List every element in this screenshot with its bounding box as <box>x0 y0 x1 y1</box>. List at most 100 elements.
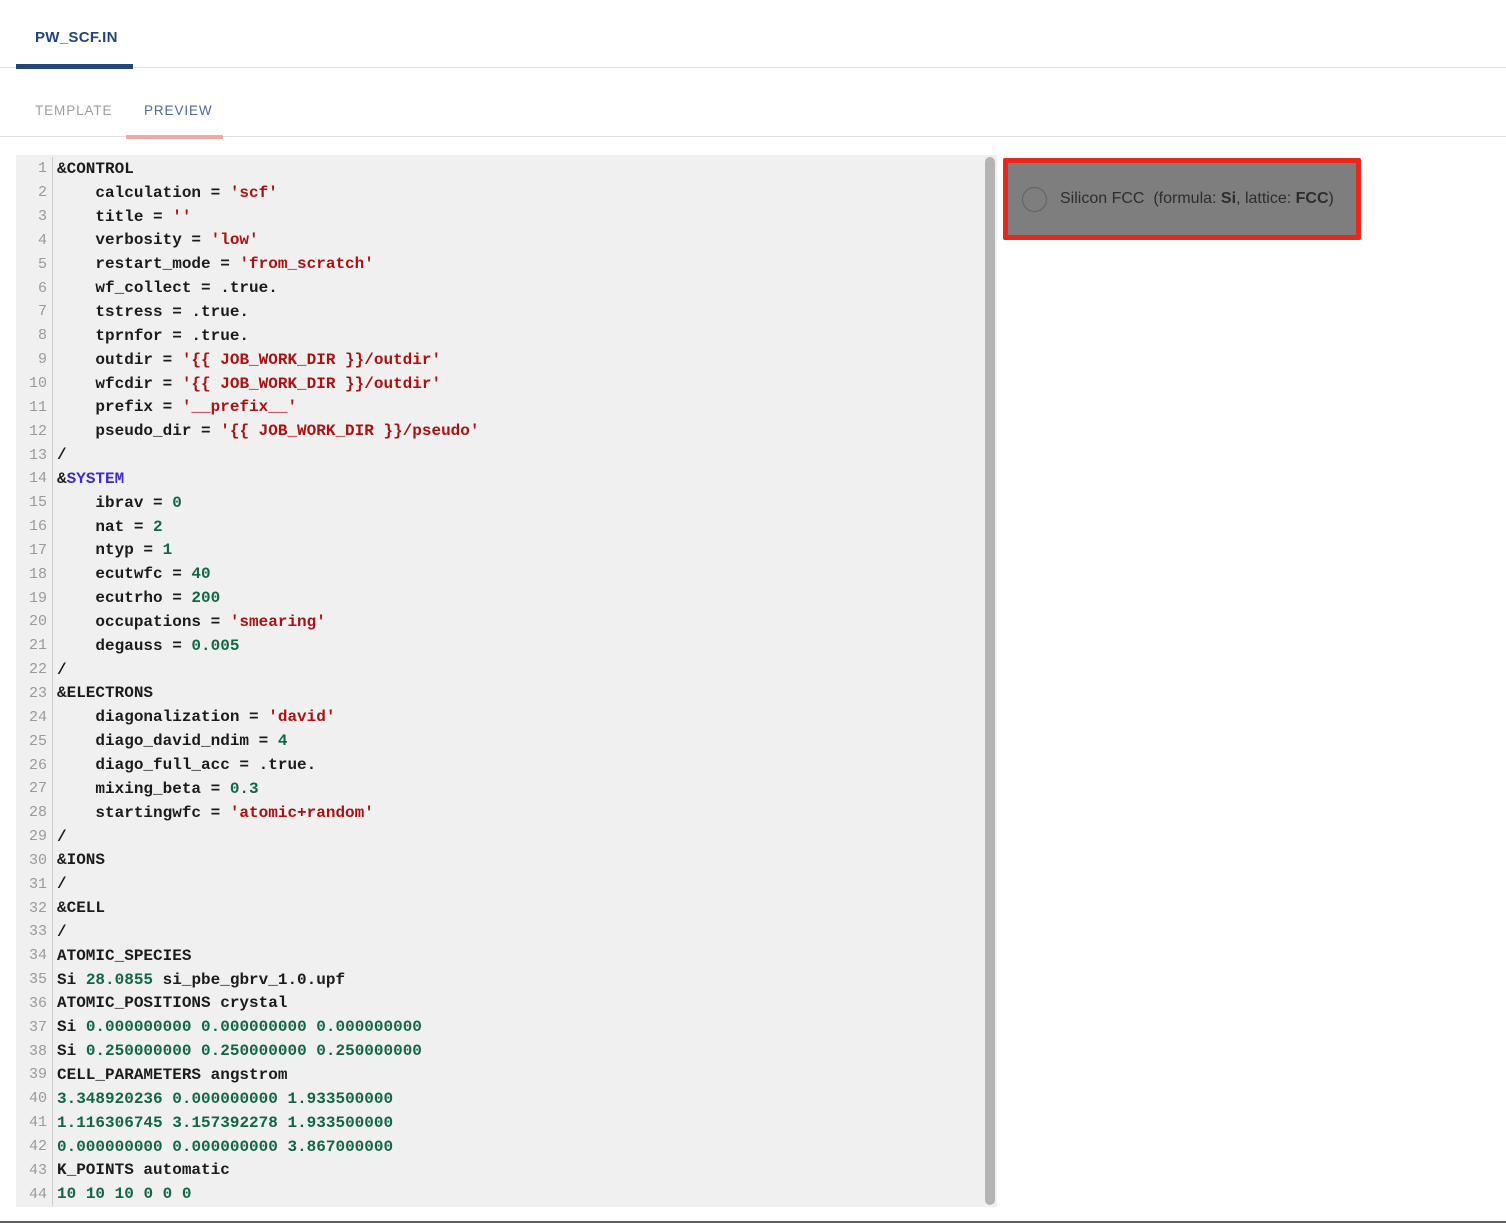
code-line: 19 ecutrho = 200 <box>16 586 997 610</box>
line-number: 7 <box>16 300 53 324</box>
line-number: 32 <box>16 896 53 920</box>
line-number: 22 <box>16 658 53 682</box>
code-line: 28 startingwfc = 'atomic+random' <box>16 801 997 825</box>
line-number: 9 <box>16 348 53 372</box>
code-line: 24 diagonalization = 'david' <box>16 705 997 729</box>
line-number: 31 <box>16 872 53 896</box>
code-line: 43K_POINTS automatic <box>16 1158 997 1182</box>
code-line: 22/ <box>16 658 997 682</box>
subtab-bar-divider <box>0 136 1506 137</box>
line-number: 15 <box>16 491 53 515</box>
code-line: 32&CELL <box>16 896 997 920</box>
code-line: 31/ <box>16 872 997 896</box>
line-number: 40 <box>16 1087 53 1111</box>
line-number: 37 <box>16 1015 53 1039</box>
code-line: 33/ <box>16 920 997 944</box>
radio-unchecked-icon[interactable] <box>1022 187 1047 212</box>
code-line: 4 verbosity = 'low' <box>16 229 997 253</box>
material-card-silicon-fcc[interactable]: Silicon FCC (formula: Si, lattice: FCC) <box>1003 158 1361 240</box>
code-line: 11 prefix = '__prefix__' <box>16 395 997 419</box>
code-line: 20 occupations = 'smearing' <box>16 610 997 634</box>
code-line: 7 tstress = .true. <box>16 300 997 324</box>
code-line: 6 wf_collect = .true. <box>16 276 997 300</box>
code-line: 29/ <box>16 825 997 849</box>
line-number: 43 <box>16 1158 53 1182</box>
code-line: 35Si 28.0855 si_pbe_gbrv_1.0.upf <box>16 968 997 992</box>
line-number: 35 <box>16 968 53 992</box>
line-number: 2 <box>16 181 53 205</box>
line-number: 12 <box>16 419 53 443</box>
code-line: 27 mixing_beta = 0.3 <box>16 777 997 801</box>
code-line: 420.000000000 0.000000000 3.867000000 <box>16 1135 997 1159</box>
line-number: 36 <box>16 992 53 1016</box>
line-number: 39 <box>16 1063 53 1087</box>
active-file-tab-indicator <box>16 64 133 69</box>
code-line: 34ATOMIC_SPECIES <box>16 944 997 968</box>
code-line: 10 wfcdir = '{{ JOB_WORK_DIR }}/outdir' <box>16 372 997 396</box>
line-number: 29 <box>16 825 53 849</box>
code-line: 5 restart_mode = 'from_scratch' <box>16 252 997 276</box>
line-number: 23 <box>16 682 53 706</box>
code-line: 9 outdir = '{{ JOB_WORK_DIR }}/outdir' <box>16 348 997 372</box>
code-lines: 1&CONTROL2 calculation = 'scf'3 title = … <box>16 157 997 1206</box>
line-number: 3 <box>16 205 53 229</box>
line-number: 1 <box>16 157 53 181</box>
code-line: 12 pseudo_dir = '{{ JOB_WORK_DIR }}/pseu… <box>16 419 997 443</box>
line-number: 30 <box>16 848 53 872</box>
line-number: 27 <box>16 777 53 801</box>
line-number: 25 <box>16 729 53 753</box>
material-card-title: Silicon FCC (formula: Si, lattice: FCC) <box>1060 190 1334 208</box>
code-line: 37Si 0.000000000 0.000000000 0.000000000 <box>16 1015 997 1039</box>
bottom-divider <box>0 1221 1506 1223</box>
line-number: 10 <box>16 372 53 396</box>
line-number: 34 <box>16 944 53 968</box>
code-line: 3 title = '' <box>16 205 997 229</box>
code-line: 14&SYSTEM <box>16 467 997 491</box>
line-number: 19 <box>16 586 53 610</box>
line-number: 14 <box>16 467 53 491</box>
line-number: 24 <box>16 705 53 729</box>
line-number: 13 <box>16 443 53 467</box>
line-number: 21 <box>16 634 53 658</box>
code-line: 17 ntyp = 1 <box>16 539 997 563</box>
code-line: 8 tprnfor = .true. <box>16 324 997 348</box>
line-number: 44 <box>16 1182 53 1206</box>
code-line: 30&IONS <box>16 848 997 872</box>
line-number: 6 <box>16 276 53 300</box>
code-line: 1&CONTROL <box>16 157 997 181</box>
line-number: 4 <box>16 229 53 253</box>
line-number: 42 <box>16 1135 53 1159</box>
code-line: 2 calculation = 'scf' <box>16 181 997 205</box>
line-number: 5 <box>16 252 53 276</box>
active-subtab-indicator <box>126 135 223 139</box>
code-line: 16 nat = 2 <box>16 515 997 539</box>
code-line: 15 ibrav = 0 <box>16 491 997 515</box>
code-line: 25 diago_david_ndim = 4 <box>16 729 997 753</box>
code-line: 26 diago_full_acc = .true. <box>16 753 997 777</box>
code-line: 4410 10 10 0 0 0 <box>16 1182 997 1206</box>
line-number: 16 <box>16 515 53 539</box>
line-number: 11 <box>16 395 53 419</box>
file-tab-bar-divider <box>0 67 1506 68</box>
line-number: 8 <box>16 324 53 348</box>
tab-template[interactable]: TEMPLATE <box>35 103 112 118</box>
page: PW_SCF.IN TEMPLATE PREVIEW 1&CONTROL2 ca… <box>0 0 1506 1230</box>
code-line: 39CELL_PARAMETERS angstrom <box>16 1063 997 1087</box>
editor-scrollbar[interactable] <box>985 157 995 1205</box>
line-number: 26 <box>16 753 53 777</box>
line-number: 17 <box>16 539 53 563</box>
line-number: 41 <box>16 1111 53 1135</box>
line-number: 18 <box>16 562 53 586</box>
code-line: 18 ecutwfc = 40 <box>16 562 997 586</box>
code-line: 38Si 0.250000000 0.250000000 0.250000000 <box>16 1039 997 1063</box>
line-number: 38 <box>16 1039 53 1063</box>
code-line: 13/ <box>16 443 997 467</box>
tab-preview[interactable]: PREVIEW <box>144 103 213 118</box>
code-line: 36ATOMIC_POSITIONS crystal <box>16 992 997 1016</box>
file-tab-pw-scf-in[interactable]: PW_SCF.IN <box>35 29 118 46</box>
code-line: 21 degauss = 0.005 <box>16 634 997 658</box>
line-number: 20 <box>16 610 53 634</box>
code-editor[interactable]: 1&CONTROL2 calculation = 'scf'3 title = … <box>16 155 997 1207</box>
code-line: 411.116306745 3.157392278 1.933500000 <box>16 1111 997 1135</box>
line-number: 33 <box>16 920 53 944</box>
